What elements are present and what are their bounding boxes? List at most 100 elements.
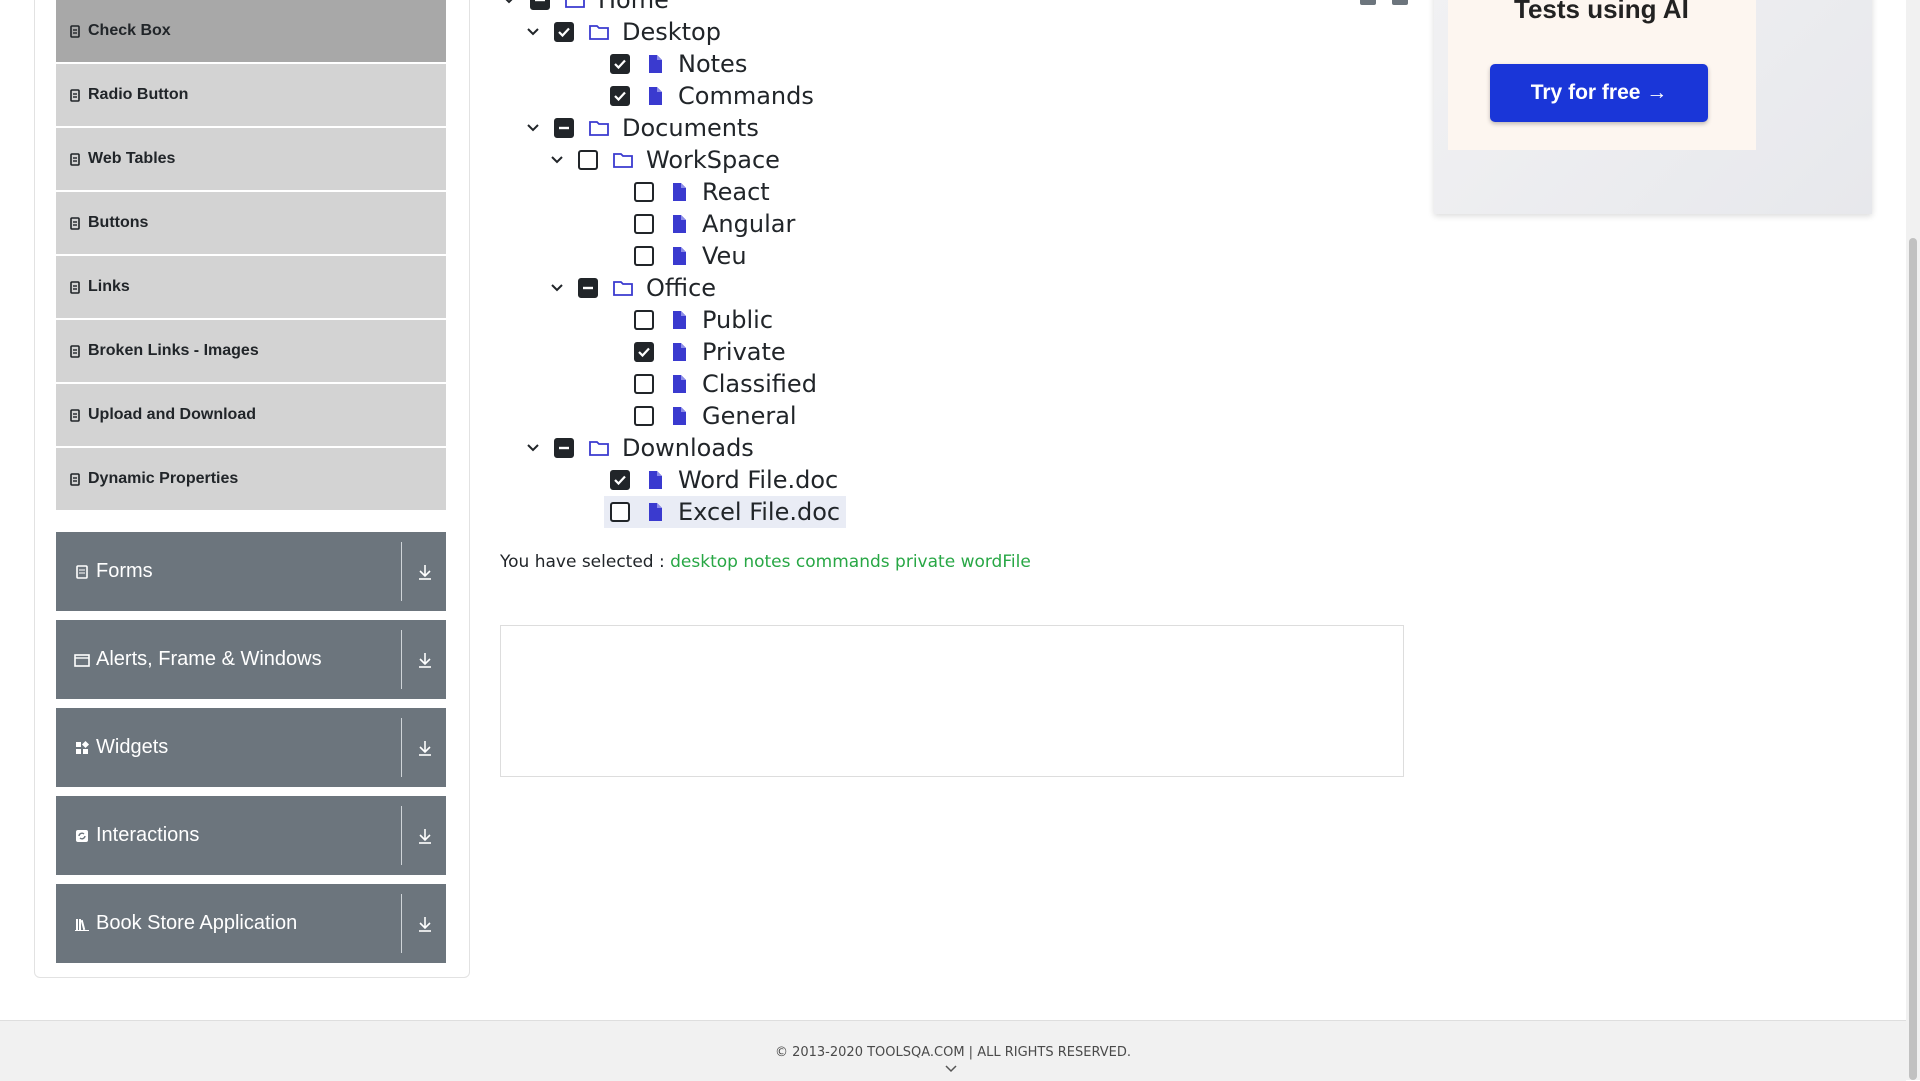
checkbox-unchecked[interactable] xyxy=(578,150,598,170)
tree-node-label[interactable]: Classified xyxy=(702,370,817,398)
tree-node-react[interactable]: React xyxy=(634,176,770,208)
chevron-down-icon[interactable] xyxy=(548,151,566,169)
list-item-icon xyxy=(70,408,80,422)
group-divider xyxy=(401,806,402,865)
folder-icon xyxy=(565,0,585,8)
sidebar-item-web-tables[interactable]: Web Tables xyxy=(56,128,446,190)
checkbox-unchecked[interactable] xyxy=(634,374,654,394)
tree-node-label[interactable]: Notes xyxy=(678,50,747,78)
sidebar-item-links[interactable]: Links xyxy=(56,256,446,318)
chevron-down-icon[interactable] xyxy=(944,1063,958,1075)
checkbox-checked[interactable] xyxy=(634,342,654,362)
tree-node-documents[interactable]: Documents xyxy=(524,112,759,144)
checkbox-unchecked[interactable] xyxy=(610,502,630,522)
tree-node-label[interactable]: Office xyxy=(646,274,716,302)
list-item-icon xyxy=(70,88,80,102)
tree-node-home[interactable]: Home xyxy=(500,0,669,16)
chevron-down-icon[interactable] xyxy=(524,119,542,137)
group-header-forms[interactable]: Forms xyxy=(56,532,446,611)
tree-node-classified[interactable]: Classified xyxy=(634,368,817,400)
tree-node-label[interactable]: Private xyxy=(702,338,786,366)
checkbox-checked[interactable] xyxy=(610,54,630,74)
folder-icon xyxy=(589,121,609,136)
tree-node-label[interactable]: Documents xyxy=(622,114,759,142)
collapse-all-icon[interactable] xyxy=(1392,0,1408,5)
group-divider xyxy=(401,630,402,689)
checkbox-unchecked[interactable] xyxy=(634,310,654,330)
tree-node-label[interactable]: Excel File.doc xyxy=(678,498,840,526)
tree-node-label[interactable]: Word File.doc xyxy=(678,466,838,494)
file-icon xyxy=(673,311,686,329)
list-item-icon xyxy=(70,344,80,358)
tree-node-downloads[interactable]: Downloads xyxy=(524,432,754,464)
checkbox-checked[interactable] xyxy=(610,470,630,490)
sidebar-item-buttons[interactable]: Buttons xyxy=(56,192,446,254)
list-item-icon xyxy=(70,152,80,166)
sidebar-item-upload-and-download[interactable]: Upload and Download xyxy=(56,384,446,446)
sidebar-item-broken-links-images[interactable]: Broken Links - Images xyxy=(56,320,446,382)
checkbox-unchecked[interactable] xyxy=(634,246,654,266)
group-header-alerts-frame-windows[interactable]: Alerts, Frame & Windows xyxy=(56,620,446,699)
selection-result: You have selected : desktop notes comman… xyxy=(500,552,1031,572)
tree-node-label[interactable]: Desktop xyxy=(622,18,721,46)
tree-node-desktop[interactable]: Desktop xyxy=(524,16,721,48)
download-icon[interactable] xyxy=(414,561,436,583)
download-icon[interactable] xyxy=(414,649,436,671)
chevron-down-icon[interactable] xyxy=(524,23,542,41)
checkbox-partial[interactable] xyxy=(554,118,574,138)
tree-node-angular[interactable]: Angular xyxy=(634,208,795,240)
checkbox-checked[interactable] xyxy=(610,86,630,106)
checkbox-unchecked[interactable] xyxy=(634,182,654,202)
tree-node-general[interactable]: General xyxy=(634,400,797,432)
scrollbar[interactable] xyxy=(1906,0,1920,1080)
tree-node-private[interactable]: Private xyxy=(634,336,786,368)
group-header-interactions[interactable]: Interactions xyxy=(56,796,446,875)
file-icon xyxy=(649,87,662,105)
tree-node-label[interactable]: Home xyxy=(598,0,669,14)
tree-node-workspace[interactable]: WorkSpace xyxy=(548,144,780,176)
sidebar-item-label: Radio Button xyxy=(88,86,189,103)
tree-node-label[interactable]: Downloads xyxy=(622,434,754,462)
tree-node-excel-file-doc[interactable]: Excel File.doc xyxy=(604,496,847,528)
scrollbar-thumb[interactable] xyxy=(1909,238,1917,1080)
sidebar-item-radio-button[interactable]: Radio Button xyxy=(56,64,446,126)
tree-node-word-file-doc[interactable]: Word File.doc xyxy=(610,464,838,496)
download-icon[interactable] xyxy=(414,825,436,847)
checkbox-partial[interactable] xyxy=(578,278,598,298)
tree-node-label[interactable]: Angular xyxy=(702,210,795,238)
tree-node-commands[interactable]: Commands xyxy=(610,80,814,112)
tree-node-office[interactable]: Office xyxy=(548,272,716,304)
group-divider xyxy=(401,542,402,601)
list-item-icon xyxy=(70,24,80,38)
sidebar-item-dynamic-properties[interactable]: Dynamic Properties xyxy=(56,448,446,510)
try-free-button[interactable]: Try for free → xyxy=(1490,64,1708,122)
download-icon[interactable] xyxy=(414,737,436,759)
form-icon xyxy=(76,564,88,579)
tree-node-label[interactable]: WorkSpace xyxy=(646,146,780,174)
checkbox-unchecked[interactable] xyxy=(634,406,654,426)
tree-node-label[interactable]: Public xyxy=(702,306,773,334)
checkbox-partial[interactable] xyxy=(530,0,550,10)
tree-node-veu[interactable]: Veu xyxy=(634,240,747,272)
chevron-down-icon[interactable] xyxy=(524,439,542,457)
group-header-book-store-application[interactable]: Book Store Application xyxy=(56,884,446,963)
tree-node-label[interactable]: Veu xyxy=(702,242,747,270)
download-icon[interactable] xyxy=(414,913,436,935)
checkbox-checked[interactable] xyxy=(554,22,574,42)
checkbox-partial[interactable] xyxy=(554,438,574,458)
tree-node-public[interactable]: Public xyxy=(634,304,773,336)
folder-icon xyxy=(613,281,633,296)
selected-item: desktop xyxy=(670,552,738,572)
checkbox-unchecked[interactable] xyxy=(634,214,654,234)
expand-all-icon[interactable] xyxy=(1360,0,1376,5)
sidebar-item-check-box[interactable]: Check Box xyxy=(56,0,446,62)
tree-node-label[interactable]: General xyxy=(702,402,797,430)
group-header-widgets[interactable]: Widgets xyxy=(56,708,446,787)
chevron-down-icon[interactable] xyxy=(500,0,518,9)
tree-node-label[interactable]: React xyxy=(702,178,770,206)
tree-node-notes[interactable]: Notes xyxy=(610,48,747,80)
tree-node-label[interactable]: Commands xyxy=(678,82,814,110)
chevron-down-icon[interactable] xyxy=(548,279,566,297)
sidebar-item-label: Links xyxy=(88,278,130,295)
promo-banner[interactable]: Tests using AI Try for free → xyxy=(1434,0,1872,214)
